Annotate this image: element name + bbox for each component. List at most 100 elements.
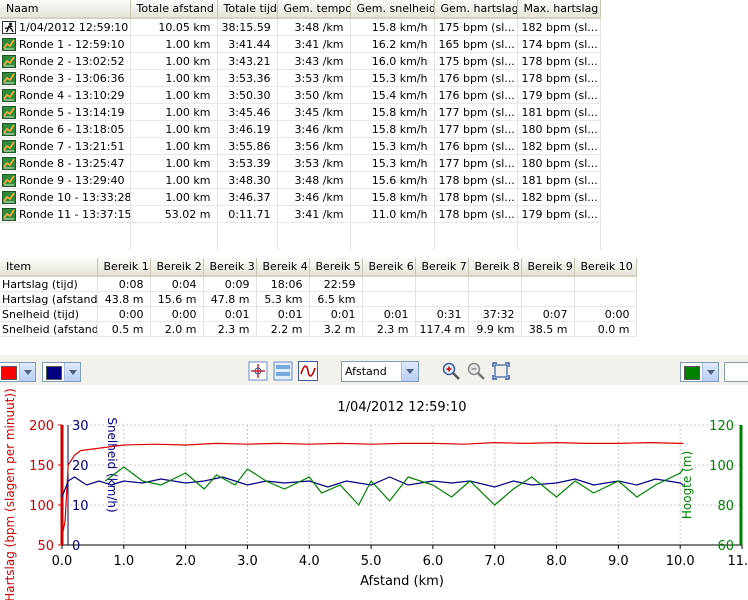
x-tick-label: 2.0	[175, 554, 196, 569]
chevron-down-icon[interactable]	[702, 363, 718, 381]
lap-speed-cell: 15.8 km/h	[350, 103, 435, 121]
lap-avg-hr-cell: 176 bpm (sl...	[434, 69, 518, 87]
lap-time-cell: 3:45.46	[217, 103, 278, 121]
zone-row[interactable]: Snelheid (afstand) 0.5 m 2.0 m 2.3 m 2.2 m 3.…	[0, 321, 637, 337]
empty-cell	[434, 239, 518, 250]
zone-col-header-bereik-8[interactable]: Bereik 8	[468, 258, 522, 277]
zone-col-header-bereik-1[interactable]: Bereik 1	[97, 258, 151, 277]
lap-time-cell: 3:46.37	[217, 188, 278, 206]
empty-cell	[350, 239, 435, 250]
altitude-tick-label: 80	[717, 499, 734, 514]
zone-col-header-bereik-4[interactable]: Bereik 4	[256, 258, 310, 277]
chevron-down-icon[interactable]	[401, 362, 418, 381]
lap-row[interactable]: Ronde 1 - 12:59:10 1.00 km 3:41.44 3:41 /km…	[0, 35, 601, 53]
zone-row[interactable]: Hartslag (tijd) 0:08 0:04 0:09 18:06 22:59	[0, 276, 637, 292]
heart-rate-tick-label: 150	[29, 459, 54, 474]
zoom-out-icon[interactable]	[466, 361, 486, 381]
lap-max-hr-cell: 178 bpm (sl...	[517, 69, 601, 87]
col-header-gem-tempo[interactable]: Gem. tempo	[277, 0, 351, 19]
zone-value-cell: 6.5 km	[309, 291, 363, 307]
lap-name-cell: 1/04/2012 12:59:10	[0, 18, 131, 36]
col-header-gem-hartslag[interactable]: Gem. hartslag	[434, 0, 518, 19]
heart-rate-color-picker[interactable]	[0, 362, 36, 382]
altitude-color-picker[interactable]	[680, 362, 719, 382]
x-tick-label: 9.0	[608, 554, 629, 569]
lap-row[interactable]: Ronde 8 - 13:25:47 1.00 km 3:53.39 3:53 /km…	[0, 154, 601, 172]
lap-time-cell: 3:55.86	[217, 137, 278, 155]
lap-avg-hr-cell: 178 bpm (sl...	[434, 188, 518, 206]
lap-row[interactable]: Ronde 10 - 13:33:28 1.00 km 3:46.37 3:46 /k…	[0, 188, 601, 206]
empty-row	[0, 222, 601, 239]
empty-cell	[130, 222, 218, 239]
lap-time-cell: 3:53.36	[217, 69, 278, 87]
chevron-down-icon[interactable]	[64, 363, 80, 381]
crosshair-icon[interactable]	[248, 361, 268, 381]
zone-col-header-bereik-9[interactable]: Bereik 9	[521, 258, 575, 277]
lap-time-cell: 3:53.39	[217, 154, 278, 172]
lap-row[interactable]: Ronde 6 - 13:18:05 1.00 km 3:46.19 3:46 /km…	[0, 120, 601, 138]
lap-time-cell: 3:41.44	[217, 35, 278, 53]
zone-col-header-bereik-5[interactable]: Bereik 5	[309, 258, 363, 277]
x-tick-label: 7.0	[484, 554, 505, 569]
lap-row[interactable]: Ronde 7 - 13:21:51 1.00 km 3:55.86 3:56 /km…	[0, 137, 601, 155]
lap-dist-cell: 1.00 km	[130, 86, 218, 104]
zone-value-cell: 0:01	[362, 306, 416, 322]
zone-col-header-bereik-10[interactable]: Bereik 10	[574, 258, 637, 277]
zone-col-header-bereik-6[interactable]: Bereik 6	[362, 258, 416, 277]
lap-speed-cell: 15.8 km/h	[350, 18, 435, 36]
empty-cell	[434, 222, 518, 239]
col-header-totale-tijd[interactable]: Totale tijd	[217, 0, 278, 19]
panel-icon[interactable]	[273, 361, 293, 381]
lap-row[interactable]: Ronde 9 - 13:29:40 1.00 km 3:48.30 3:48 /km…	[0, 171, 601, 189]
col-header-naam[interactable]: Naam	[0, 0, 131, 19]
x-axis-select[interactable]: Afstand	[341, 361, 419, 382]
zone-value-cell: 2.2 m	[256, 321, 310, 337]
fit-icon[interactable]	[491, 361, 511, 381]
zone-col-header-bereik-3[interactable]: Bereik 3	[203, 258, 257, 277]
lap-row[interactable]: Ronde 3 - 13:06:36 1.00 km 3:53.36 3:53 /km…	[0, 69, 601, 87]
zone-value-cell: 0:04	[150, 276, 204, 292]
col-header-max-hartslag[interactable]: Max. hartslag	[517, 0, 601, 19]
zone-value-cell: 15.6 m	[150, 291, 204, 307]
zone-value-cell: 117.4 m	[415, 321, 469, 337]
curve-icon[interactable]	[298, 361, 318, 381]
col-header-gem-snelheid[interactable]: Gem. snelheid	[350, 0, 435, 19]
lap-name: 1/04/2012 12:59:10	[19, 20, 129, 34]
lap-dist-cell: 1.00 km	[130, 188, 218, 206]
extra-color-picker[interactable]	[724, 362, 748, 382]
zone-item-label: Hartslag (afstand)	[0, 291, 98, 307]
zone-row[interactable]: Hartslag (afstand) 43.8 m 15.6 m 47.8 m 5.3 …	[0, 291, 637, 307]
col-header-totale-afstand[interactable]: Totale afstand	[130, 0, 218, 19]
zoom-in-icon[interactable]	[441, 361, 461, 381]
lap-avg-hr-cell: 178 bpm (sl...	[434, 171, 518, 189]
lap-max-hr-cell: 181 bpm (sl...	[517, 103, 601, 121]
lap-name: Ronde 5 - 13:14:19	[19, 105, 125, 119]
speed-color-picker[interactable]	[42, 362, 81, 382]
zone-col-header-item[interactable]: Item	[0, 258, 98, 277]
zone-col-header-bereik-2[interactable]: Bereik 2	[150, 258, 204, 277]
lap-row[interactable]: 1/04/2012 12:59:10 10.05 km 38:15.59 3:48 /…	[0, 18, 601, 36]
lap-row[interactable]: Ronde 11 - 13:37:15 53.02 m 0:11.71 3:41 /k…	[0, 205, 601, 223]
zone-col-header-bereik-7[interactable]: Bereik 7	[415, 258, 469, 277]
zone-value-cell: 0:01	[309, 306, 363, 322]
lap-name-cell: Ronde 9 - 13:29:40	[0, 171, 131, 189]
zone-value-cell: 0:07	[521, 306, 575, 322]
lap-row[interactable]: Ronde 5 - 13:14:19 1.00 km 3:45.46 3:45 /km…	[0, 103, 601, 121]
zone-row[interactable]: Snelheid (tijd) 0:00 0:00 0:01 0:01 0:01 0:01 0…	[0, 306, 637, 322]
lap-pace-cell: 3:48 /km	[277, 171, 351, 189]
heart-rate-tick-label: 100	[29, 499, 54, 514]
lap-speed-cell: 11.0 km/h	[350, 205, 435, 223]
zone-value-cell: 37:32	[468, 306, 522, 322]
activity-chart[interactable]: 0.0 1.0 2.0 3.0 4.0 5.0 6.0 7.0 8.0 9.0 10.0 11.0 Af…	[0, 388, 748, 600]
lap-row[interactable]: Ronde 4 - 13:10:29 1.00 km 3:50.30 3:50 /km…	[0, 86, 601, 104]
empty-cell	[217, 222, 278, 239]
zone-value-cell	[521, 291, 575, 307]
chevron-down-icon[interactable]	[19, 363, 35, 381]
lap-name: Ronde 9 - 13:29:40	[19, 173, 125, 187]
zone-value-cell: 2.3 m	[362, 321, 416, 337]
lap-time-cell: 3:48.30	[217, 171, 278, 189]
lap-pace-cell: 3:53 /km	[277, 69, 351, 87]
lap-row[interactable]: Ronde 2 - 13:02:52 1.00 km 3:43.21 3:43 /km…	[0, 52, 601, 70]
lap-time-cell: 3:46.19	[217, 120, 278, 138]
lap-pace-cell: 3:48 /km	[277, 18, 351, 36]
